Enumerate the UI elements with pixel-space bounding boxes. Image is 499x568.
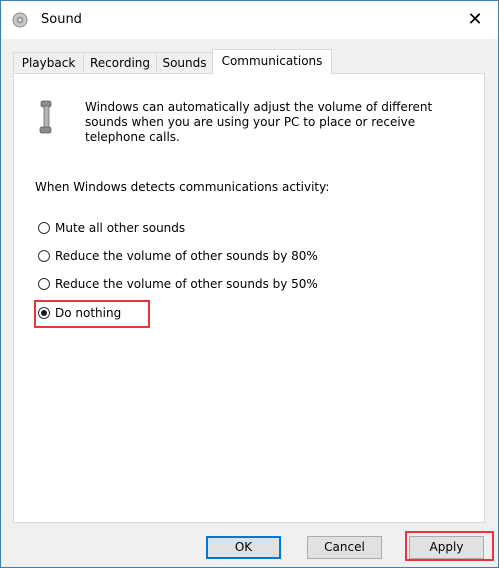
radio-button[interactable] bbox=[38, 278, 50, 290]
radio-button[interactable] bbox=[38, 222, 50, 234]
radio-button[interactable] bbox=[38, 250, 50, 262]
tab-sounds[interactable]: Sounds bbox=[156, 52, 213, 72]
cancel-button[interactable]: Cancel bbox=[307, 536, 382, 559]
option-reduce-50[interactable]: Reduce the volume of other sounds by 50% bbox=[38, 275, 318, 293]
highlight-box-do-nothing bbox=[34, 300, 150, 328]
window-title: Sound bbox=[41, 12, 82, 27]
option-label: Mute all other sounds bbox=[55, 221, 186, 235]
option-mute-all[interactable]: Mute all other sounds bbox=[38, 219, 185, 237]
speaker-icon bbox=[12, 12, 28, 28]
tab-communications[interactable]: Communications bbox=[212, 49, 332, 74]
telephone-handset-icon bbox=[39, 100, 52, 134]
option-reduce-80[interactable]: Reduce the volume of other sounds by 80% bbox=[38, 247, 318, 265]
option-label: Reduce the volume of other sounds by 80% bbox=[55, 249, 318, 263]
option-label: Reduce the volume of other sounds by 50% bbox=[55, 277, 318, 291]
ok-button[interactable]: OK bbox=[206, 536, 281, 559]
tab-playback[interactable]: Playback bbox=[13, 52, 84, 72]
description-text: Windows can automatically adjust the vol… bbox=[85, 100, 433, 144]
activity-prompt: When Windows detects communications acti… bbox=[35, 180, 330, 194]
sound-dialog: Sound ✕ Playback Recording Sounds Commun… bbox=[0, 0, 499, 568]
close-icon: ✕ bbox=[467, 9, 483, 30]
communications-panel: Windows can automatically adjust the vol… bbox=[13, 73, 485, 523]
highlight-box-apply bbox=[405, 531, 494, 561]
close-button[interactable]: ✕ bbox=[452, 1, 498, 39]
tab-recording[interactable]: Recording bbox=[83, 52, 157, 72]
title-bar: Sound ✕ bbox=[1, 1, 498, 39]
